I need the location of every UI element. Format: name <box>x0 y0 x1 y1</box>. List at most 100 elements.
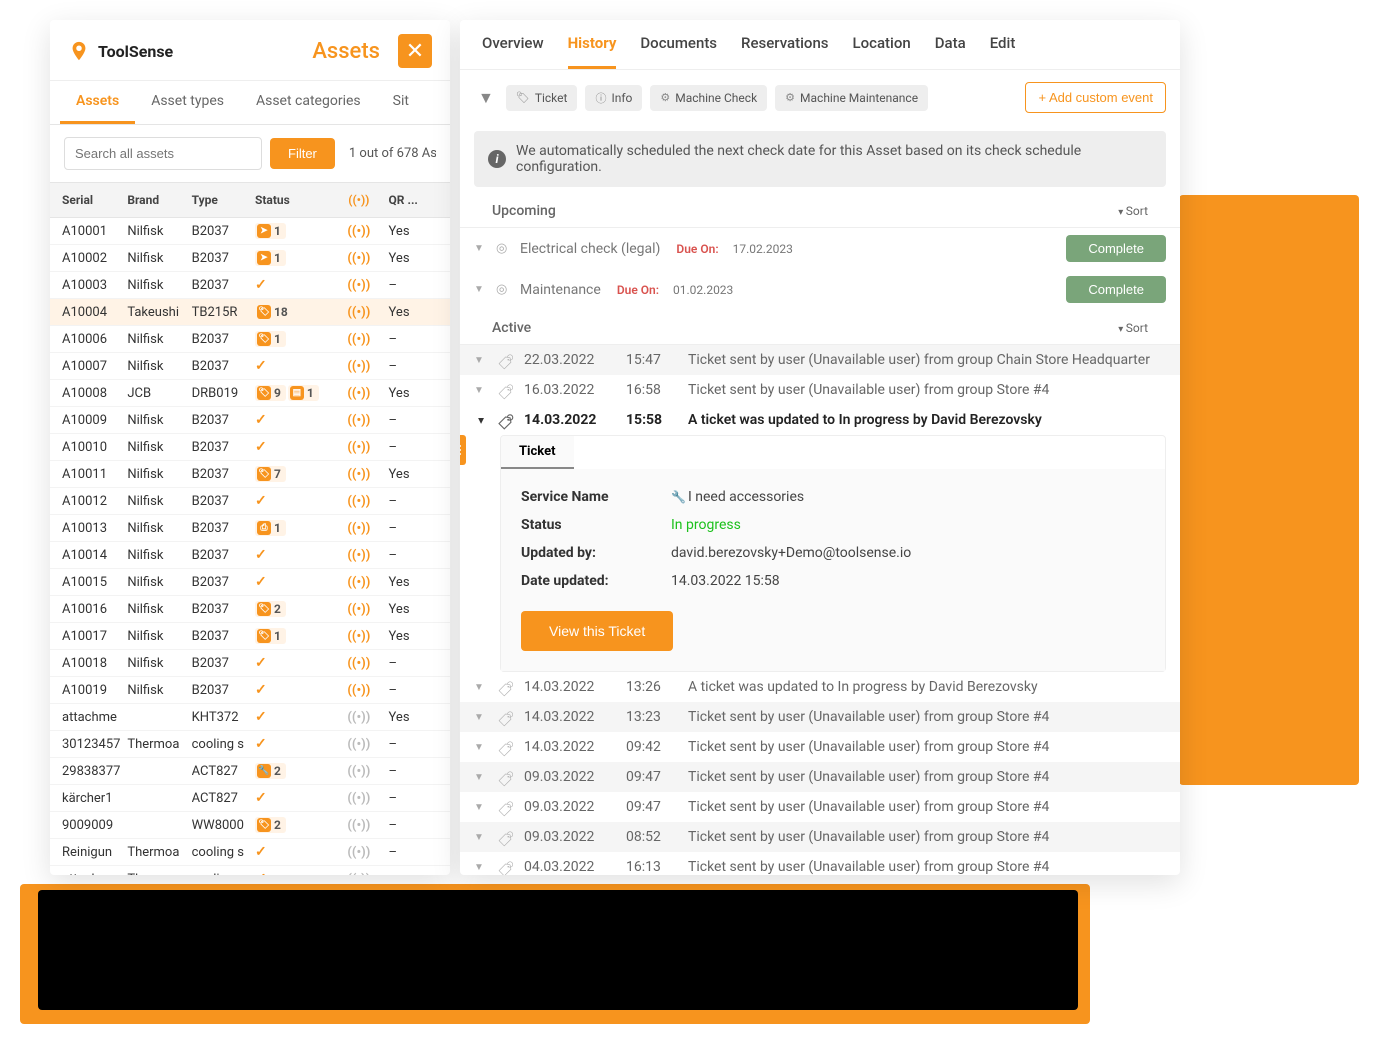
signal-icon: ((•)) <box>347 710 370 725</box>
asset-row[interactable]: kärcher1ACT827✓((•))– <box>50 785 450 812</box>
filter-chip-machine-maintenance[interactable]: ⚙Machine Maintenance <box>775 85 928 111</box>
asset-row[interactable]: attachmeThermoacooling s✓((•))– <box>50 866 450 875</box>
complete-button[interactable]: Complete <box>1066 235 1166 262</box>
col-brand[interactable]: Brand <box>127 193 191 207</box>
asset-row[interactable]: attachmeKHT372✓((•))Yes <box>50 704 450 731</box>
asset-row[interactable]: A10011NilfiskB2037🏷7((•))Yes <box>50 461 450 488</box>
col-iot[interactable]: ((•)) <box>329 193 388 207</box>
left-tab-asset-categories[interactable]: Asset categories <box>240 81 377 124</box>
left-tab-sit[interactable]: Sit <box>377 81 425 124</box>
asset-row[interactable]: A10016NilfiskB2037🏷2((•))Yes <box>50 596 450 623</box>
cell-serial: A10018 <box>62 656 127 671</box>
filter-chip-machine-check[interactable]: ⚙Machine Check <box>650 85 767 111</box>
filter-icon[interactable]: ▼ <box>474 88 498 108</box>
cell-serial: A10001 <box>62 224 127 239</box>
close-button[interactable]: ✕ <box>398 34 432 68</box>
detail-tab-location[interactable]: Location <box>853 34 911 69</box>
history-item[interactable]: ▼🏷14.03.202213:26A ticket was updated to… <box>460 672 1180 702</box>
col-status[interactable]: Status <box>255 193 329 207</box>
asset-row[interactable]: A10014NilfiskB2037✓((•))– <box>50 542 450 569</box>
cell-brand: Thermoa <box>127 872 191 876</box>
detail-tab-reservations[interactable]: Reservations <box>741 34 828 69</box>
cell-iot: ((•)) <box>329 683 388 698</box>
chevron-icon[interactable]: ▼ <box>474 712 486 723</box>
detail-tab-edit[interactable]: Edit <box>990 34 1016 69</box>
asset-row[interactable]: A10003NilfiskB2037✓((•))– <box>50 272 450 299</box>
chevron-icon[interactable]: ▼ <box>474 742 486 753</box>
asset-row[interactable]: A10017NilfiskB2037🏷1((•))Yes <box>50 623 450 650</box>
complete-button[interactable]: Complete <box>1066 276 1166 303</box>
view-ticket-button[interactable]: View this Ticket <box>521 611 673 651</box>
chevron-icon[interactable]: ▼ <box>474 772 486 783</box>
col-serial[interactable]: Serial <box>62 193 127 207</box>
asset-row[interactable]: A10009NilfiskB2037✓((•))– <box>50 407 450 434</box>
tag-icon: 🏷 <box>516 91 530 104</box>
asset-row[interactable]: A10015NilfiskB2037✓((•))Yes <box>50 569 450 596</box>
event-icon: ◎ <box>496 282 510 297</box>
history-item[interactable]: ▼🏷09.03.202209:47Ticket sent by user (Un… <box>460 762 1180 792</box>
history-item[interactable]: ▼🏷09.03.202209:47Ticket sent by user (Un… <box>460 792 1180 822</box>
asset-row[interactable]: A10002NilfiskB2037➤1((•))Yes <box>50 245 450 272</box>
asset-row[interactable]: A10018NilfiskB2037✓((•))– <box>50 650 450 677</box>
chevron-icon[interactable]: ▼ <box>474 832 486 843</box>
asset-row[interactable]: A10007NilfiskB2037✓((•))– <box>50 353 450 380</box>
history-item[interactable]: ▼🏷22.03.202215:47Ticket sent by user (Un… <box>460 345 1180 375</box>
cell-iot: ((•)) <box>329 440 388 455</box>
add-custom-event-button[interactable]: Add custom event <box>1025 82 1166 113</box>
status-badge: 🏷2 <box>255 817 286 833</box>
upcoming-sort[interactable]: Sort <box>1118 204 1148 218</box>
app-logo: ToolSense <box>68 40 173 62</box>
asset-row[interactable]: A10013NilfiskB2037⎙1((•))– <box>50 515 450 542</box>
left-tab-asset-types[interactable]: Asset types <box>135 81 240 124</box>
resize-handle[interactable] <box>460 435 466 465</box>
check-icon: ✓ <box>255 574 267 590</box>
history-date: 09.03.2022 <box>524 769 614 785</box>
filter-chip-ticket[interactable]: 🏷Ticket <box>506 85 578 111</box>
asset-row[interactable]: A10008JCBDRB019🏷9▤1((•))Yes <box>50 380 450 407</box>
detail-tab-documents[interactable]: Documents <box>640 34 717 69</box>
active-sort[interactable]: Sort <box>1118 321 1148 335</box>
history-item[interactable]: ▲🏷14.03.202215:58A ticket was updated to… <box>460 405 1180 435</box>
asset-row[interactable]: ReinigunThermoacooling s✓((•))– <box>50 839 450 866</box>
cell-brand: Nilfisk <box>127 413 191 428</box>
chevron-icon[interactable]: ▼ <box>474 682 486 693</box>
history-item[interactable]: ▼🏷16.03.202216:58Ticket sent by user (Un… <box>460 375 1180 405</box>
history-item[interactable]: ▼🏷14.03.202213:23Ticket sent by user (Un… <box>460 702 1180 732</box>
chevron-icon[interactable]: ▼ <box>474 802 486 813</box>
gear-icon: ⚙ <box>785 91 795 104</box>
check-icon: ✓ <box>255 655 267 671</box>
cell-serial: A10008 <box>62 386 127 401</box>
chevron-down-icon[interactable]: ▼ <box>474 284 486 295</box>
chevron-icon[interactable]: ▼ <box>474 385 486 396</box>
asset-row[interactable]: A10012NilfiskB2037✓((•))– <box>50 488 450 515</box>
tag-icon: 🏷 <box>497 860 513 874</box>
signal-icon: ((•)) <box>347 845 370 860</box>
search-input[interactable] <box>64 137 262 170</box>
asset-row[interactable]: A10019NilfiskB2037✓((•))– <box>50 677 450 704</box>
history-item[interactable]: ▼🏷14.03.202209:42Ticket sent by user (Un… <box>460 732 1180 762</box>
gear-icon: ⚙ <box>660 91 670 104</box>
filter-button[interactable]: Filter <box>270 138 335 169</box>
detail-tab-overview[interactable]: Overview <box>482 34 544 69</box>
ticket-tab[interactable]: Ticket <box>501 436 574 469</box>
chevron-icon[interactable]: ▼ <box>474 355 486 366</box>
asset-row[interactable]: 9009009WW8000🏷2((•))– <box>50 812 450 839</box>
asset-row[interactable]: 29838377ACT827🔧2((•))– <box>50 758 450 785</box>
col-qr[interactable]: QR ... <box>389 193 438 207</box>
asset-row[interactable]: A10001NilfiskB2037➤1((•))Yes <box>50 218 450 245</box>
detail-tab-history[interactable]: History <box>568 34 617 69</box>
filter-chip-info[interactable]: ⓘInfo <box>585 85 642 111</box>
asset-row[interactable]: A10006NilfiskB2037🏷1((•))– <box>50 326 450 353</box>
chevron-icon[interactable]: ▼ <box>474 862 486 873</box>
detail-tab-data[interactable]: Data <box>935 34 966 69</box>
asset-row[interactable]: 30123457Thermoacooling s✓((•))– <box>50 731 450 758</box>
cell-serial: 9009009 <box>62 818 127 833</box>
chevron-icon[interactable]: ▲ <box>474 415 486 426</box>
asset-row[interactable]: A10004TakeushiTB215R🏷18((•))Yes <box>50 299 450 326</box>
col-type[interactable]: Type <box>192 193 255 207</box>
history-item[interactable]: ▼🏷04.03.202216:13Ticket sent by user (Un… <box>460 852 1180 875</box>
chevron-down-icon[interactable]: ▼ <box>474 243 486 254</box>
history-item[interactable]: ▼🏷09.03.202208:52Ticket sent by user (Un… <box>460 822 1180 852</box>
left-tab-assets[interactable]: Assets <box>60 81 135 124</box>
asset-row[interactable]: A10010NilfiskB2037✓((•))– <box>50 434 450 461</box>
